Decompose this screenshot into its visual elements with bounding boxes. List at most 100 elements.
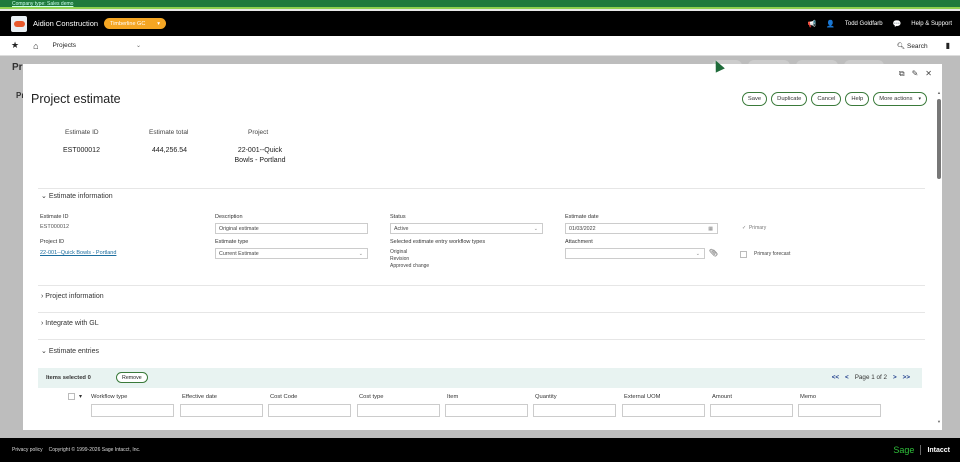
scroll-up-icon[interactable]: ▲ <box>937 90 941 95</box>
duplicate-button[interactable]: Duplicate <box>771 92 808 106</box>
cancel-button[interactable]: Cancel <box>811 92 842 106</box>
calendar-icon: ▦ <box>708 225 713 232</box>
estimate-id-label: Estimate ID <box>40 214 69 220</box>
chevron-down-icon: ⌄ <box>695 250 700 257</box>
divider <box>38 339 925 340</box>
estimate-type-select[interactable]: Current Estimate ⌄ <box>215 248 368 259</box>
filter-quantity[interactable] <box>533 404 616 417</box>
column-item[interactable]: Item <box>447 394 458 400</box>
column-quantity[interactable]: Quantity <box>535 394 557 400</box>
module-menu[interactable]: Projects <box>53 42 76 49</box>
filter-effective-date[interactable] <box>180 404 263 417</box>
divider <box>920 445 922 455</box>
chevron-down-icon[interactable]: ⌄ <box>136 42 141 49</box>
first-page-button[interactable]: << <box>832 374 839 381</box>
entries-toolbar: Items selected 0 Remove << < Page 1 of 2… <box>38 368 922 388</box>
attachment-select[interactable]: ⌄ <box>565 248 705 259</box>
summary-estimate-id: EST000012 <box>63 147 100 154</box>
section-estimate-information[interactable]: ⌄ Estimate information <box>41 192 113 200</box>
column-amount[interactable]: Amount <box>712 394 732 400</box>
action-buttons: Save Duplicate Cancel Help More actions ▾ <box>741 92 927 106</box>
more-actions-button[interactable]: More actions ▾ <box>873 92 927 106</box>
chat-icon[interactable]: 💬 <box>893 20 902 28</box>
section-project-information[interactable]: › Project information <box>41 293 104 300</box>
paperclip-icon[interactable]: 📎︎ <box>709 250 718 257</box>
workflow-types-list: Original Revision Approved change <box>390 249 430 269</box>
home-icon[interactable]: ⌂ <box>33 41 38 51</box>
pin-icon[interactable]: ✎ <box>912 69 919 79</box>
page-title: Project estimate <box>31 92 121 106</box>
search-link[interactable]: 🔍︎ Search <box>897 42 928 50</box>
user-icon[interactable]: 👤 <box>826 20 835 28</box>
filter-cost-type[interactable] <box>357 404 440 417</box>
description-input[interactable]: Original estimate <box>215 223 368 234</box>
summary-estimate-id-label: Estimate ID <box>65 129 99 136</box>
bookmark-icon[interactable]: ▮ <box>946 41 950 50</box>
company-name[interactable]: Aidion Construction <box>33 19 98 28</box>
close-icon[interactable]: ✕ <box>925 69 932 79</box>
column-external-uom[interactable]: External UOM <box>624 394 660 400</box>
attachment-label: Attachment <box>565 239 593 245</box>
filter-amount[interactable] <box>710 404 793 417</box>
help-button[interactable]: Help <box>845 92 870 106</box>
status-select[interactable]: Active ⌄ <box>390 223 543 234</box>
pagination: << < Page 1 of 2 > >> <box>832 374 910 381</box>
column-cost-type[interactable]: Cost type <box>359 394 384 400</box>
chevron-down-icon: ▾ <box>157 20 161 27</box>
scrollbar[interactable] <box>937 99 941 179</box>
column-memo[interactable]: Memo <box>800 394 816 400</box>
filter-cost-code[interactable] <box>268 404 351 417</box>
copyright-text: Copyright © 1999-2026 Sage Intacct, Inc. <box>48 447 141 453</box>
sage-logo: Sage <box>893 445 915 455</box>
filter-memo[interactable] <box>798 404 881 417</box>
prev-page-button[interactable]: < <box>845 374 849 381</box>
section-estimate-entries[interactable]: ⌄ Estimate entries <box>41 347 99 355</box>
next-page-button[interactable]: > <box>893 374 897 381</box>
chevron-down-icon: ⌄ <box>358 250 363 257</box>
column-workflow-type[interactable]: Workflow type <box>91 394 127 400</box>
page-indicator: Page 1 of 2 <box>854 374 887 381</box>
workflow-types-label: Selected estimate entry workflow types <box>390 239 486 245</box>
sort-icon[interactable]: ▾ <box>79 394 82 400</box>
privacy-policy-link[interactable]: Privacy policy <box>12 447 43 453</box>
intacct-logo: Intacct <box>927 446 950 454</box>
divider <box>38 285 925 286</box>
primary-forecast-label: Primary forecast <box>754 251 791 257</box>
primary-checkbox[interactable]: ✓ Primary <box>742 225 766 232</box>
primary-forecast-checkbox[interactable] <box>740 251 747 258</box>
items-selected-count: Items selected 0 <box>46 375 91 381</box>
estimate-date-input[interactable]: 01/03/2022 ▦ <box>565 223 718 234</box>
scroll-down-icon[interactable]: ▼ <box>937 419 941 424</box>
divider <box>38 188 925 189</box>
save-button[interactable]: Save <box>741 92 768 106</box>
summary-project-label: Project <box>248 129 269 136</box>
footer: Privacy policy Copyright © 1999-2026 Sag… <box>0 438 960 462</box>
column-cost-code[interactable]: Cost Code <box>270 394 297 400</box>
summary-estimate-total-label: Estimate total <box>149 129 189 136</box>
open-new-window-icon[interactable]: ⧉ <box>899 69 905 79</box>
filter-workflow-type[interactable] <box>91 404 174 417</box>
filter-item[interactable] <box>445 404 528 417</box>
status-label: Status <box>390 214 406 220</box>
top-bar: Aidion Construction Timberline GC ▾ 📢 👤 … <box>0 11 960 36</box>
last-page-button[interactable]: >> <box>903 374 910 381</box>
remove-button[interactable]: Remove <box>116 372 148 383</box>
summary-estimate-total: 444,256.54 <box>152 147 188 154</box>
star-icon[interactable]: ★ <box>11 40 19 51</box>
filter-external-uom[interactable] <box>622 404 705 417</box>
estimate-id-value: EST000012 <box>40 224 70 230</box>
background-title-fragment: Pr <box>12 62 23 73</box>
company-type-link[interactable]: Company type: Sales demo <box>12 1 73 7</box>
select-all-checkbox[interactable] <box>68 393 75 400</box>
project-estimate-dialog: ⧉ ✎ ✕ Project estimate Save Duplicate Ca… <box>23 64 942 430</box>
column-effective-date[interactable]: Effective date <box>182 394 217 400</box>
megaphone-icon[interactable]: 📢 <box>807 20 816 28</box>
chevron-down-icon: ⌄ <box>533 225 538 232</box>
nav-bar: ★ ⌂ Projects ⌄ 🔍︎ Search ▮ <box>0 36 960 56</box>
entity-selector[interactable]: Timberline GC ▾ <box>104 18 167 29</box>
section-integrate-with-gl[interactable]: › Integrate with GL <box>41 320 99 327</box>
company-logo[interactable] <box>11 15 27 32</box>
help-link[interactable]: Help & Support <box>911 21 952 27</box>
user-name[interactable]: Todd Goldfarb <box>845 21 883 27</box>
project-id-link[interactable]: 22-001--Quick Bowls - Portland <box>40 250 116 256</box>
